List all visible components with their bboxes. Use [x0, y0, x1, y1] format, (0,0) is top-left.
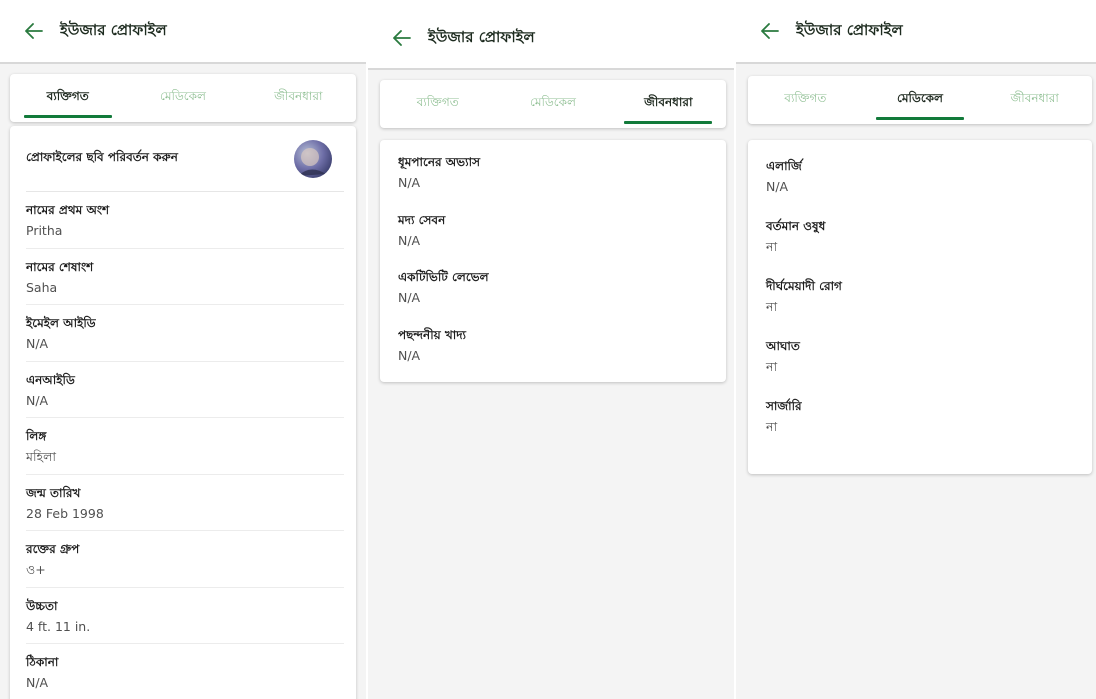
tab-personal[interactable]: ব্যক্তিগত [10, 74, 125, 122]
tab-bar: ব্যক্তিগত মেডিকেল জীবনধারা [10, 74, 356, 122]
tab-medical[interactable]: মেডিকেল [863, 76, 978, 124]
field-activity-level: একটিভিটি লেভেল N/A [380, 269, 726, 327]
field-value: না [766, 299, 778, 314]
field-label: দীর্ঘমেয়াদী রোগ [766, 279, 842, 293]
field-value: N/A [26, 336, 49, 351]
app-bar: ইউজার প্রোফাইল [736, 0, 1096, 64]
tab-medical[interactable]: মেডিকেল [495, 80, 610, 128]
field-value: Pritha [26, 223, 63, 238]
arrow-left-icon[interactable] [22, 19, 46, 43]
arrow-left-icon[interactable] [390, 26, 414, 50]
field-label: লিঙ্গ [26, 429, 47, 443]
field-blood-group: রক্তের গ্রুপ ও+ [26, 531, 344, 588]
field-label: ঠিকানা [26, 655, 59, 669]
field-value: N/A [398, 175, 421, 190]
field-label: জন্ম তারিখ [26, 485, 81, 500]
field-label: পছন্দনীয় খাদ্য [398, 327, 467, 342]
field-value: না [766, 419, 778, 434]
field-value: মহিলা [26, 449, 57, 464]
field-value: 28 Feb 1998 [26, 505, 104, 521]
avatar[interactable] [294, 139, 332, 178]
field-current-medication: বর্তমান ওষুধ না [748, 218, 1092, 278]
field-value: ও+ [26, 562, 46, 577]
field-value: N/A [398, 290, 421, 305]
field-birth-date: জন্ম তারিখ 28 Feb 1998 [26, 475, 344, 531]
tab-lifestyle[interactable]: জীবনধারা [977, 76, 1092, 124]
field-label: বর্তমান ওষুধ [766, 219, 826, 233]
tab-medical[interactable]: মেডিকেল [125, 74, 240, 122]
tab-personal[interactable]: ব্যক্তিগত [748, 76, 863, 124]
field-label: নামের প্রথম অংশ [26, 203, 110, 217]
field-last-name: নামের শেষাংশ Saha [26, 249, 344, 305]
field-value: না [766, 239, 778, 254]
field-value: N/A [398, 347, 421, 363]
field-allergy: এলার্জি N/A [748, 158, 1092, 218]
field-value: N/A [398, 232, 421, 248]
screen-personal: ইউজার প্রোফাইল ব্যক্তিগত মেডিকেল জীবনধার… [0, 0, 368, 699]
page-title: ইউজার প্রোফাইল [60, 20, 167, 39]
lifestyle-info-card: ধূমপানের অভ্যাস N/A মদ্য সেবন N/A একটিভি… [380, 140, 726, 382]
field-value: N/A [766, 179, 789, 194]
field-label: নামের শেষাংশ [26, 259, 94, 274]
field-value: N/A [26, 675, 49, 690]
field-label: এলার্জি [766, 159, 802, 173]
tab-lifestyle[interactable]: জীবনধারা [241, 74, 356, 122]
field-value: 4 ft. 11 in. [26, 618, 91, 634]
medical-info-card: এলার্জি N/A বর্তমান ওষুধ না দীর্ঘমেয়াদী… [748, 140, 1092, 474]
field-value: Saha [26, 279, 58, 295]
field-nid: এনআইডি N/A [26, 362, 344, 418]
field-label: উচ্চতা [26, 598, 58, 613]
field-label: রক্তের গ্রুপ [26, 542, 80, 556]
field-address: ঠিকানা N/A [26, 644, 344, 699]
tab-bar: ব্যক্তিগত মেডিকেল জীবনধারা [748, 76, 1092, 124]
field-label: একটিভিটি লেভেল [398, 270, 489, 284]
field-first-name: নামের প্রথম অংশ Pritha [26, 192, 344, 249]
field-preferred-food: পছন্দনীয় খাদ্য N/A [380, 327, 726, 385]
field-label: সার্জারি [766, 399, 802, 413]
field-email: ইমেইল আইডি N/A [26, 305, 344, 362]
tab-bar: ব্যক্তিগত মেডিকেল জীবনধারা [380, 80, 726, 128]
field-surgery: সার্জারি না [748, 398, 1092, 458]
field-smoking: ধূমপানের অভ্যাস N/A [380, 154, 726, 212]
field-chronic-disease: দীর্ঘমেয়াদী রোগ না [748, 278, 1092, 338]
page-title: ইউজার প্রোফাইল [428, 27, 535, 46]
screen-lifestyle: ইউজার প্রোফাইল ব্যক্তিগত মেডিকেল জীবনধার… [368, 0, 736, 699]
field-label: মদ্য সেবন [398, 212, 446, 227]
change-photo-label: প্রোফাইলের ছবি পরিবর্তন করুন [26, 149, 178, 164]
field-value: N/A [26, 392, 49, 408]
app-bar: ইউজার প্রোফাইল [0, 0, 368, 64]
arrow-left-icon[interactable] [758, 19, 782, 43]
personal-info-card: প্রোফাইলের ছবি পরিবর্তন করুন নামের প্রথম… [10, 126, 356, 699]
page-title: ইউজার প্রোফাইল [796, 20, 903, 39]
field-label: ইমেইল আইডি [26, 316, 96, 330]
field-value: না [766, 359, 778, 374]
change-photo-row[interactable]: প্রোফাইলের ছবি পরিবর্তন করুন [26, 126, 344, 192]
field-gender: লিঙ্গ মহিলা [26, 418, 344, 475]
screen-medical: ইউজার প্রোফাইল ব্যক্তিগত মেডিকেল জীবনধার… [736, 0, 1096, 699]
app-bar: ইউজার প্রোফাইল [368, 0, 736, 70]
tab-personal[interactable]: ব্যক্তিগত [380, 80, 495, 128]
field-label: ধূমপানের অভ্যাস [398, 155, 480, 169]
field-label: এনআইডি [26, 372, 75, 387]
tab-lifestyle[interactable]: জীবনধারা [611, 80, 726, 128]
field-height: উচ্চতা 4 ft. 11 in. [26, 588, 344, 644]
field-injury: আঘাত না [748, 338, 1092, 398]
field-alcohol: মদ্য সেবন N/A [380, 212, 726, 270]
field-label: আঘাত [766, 339, 800, 353]
